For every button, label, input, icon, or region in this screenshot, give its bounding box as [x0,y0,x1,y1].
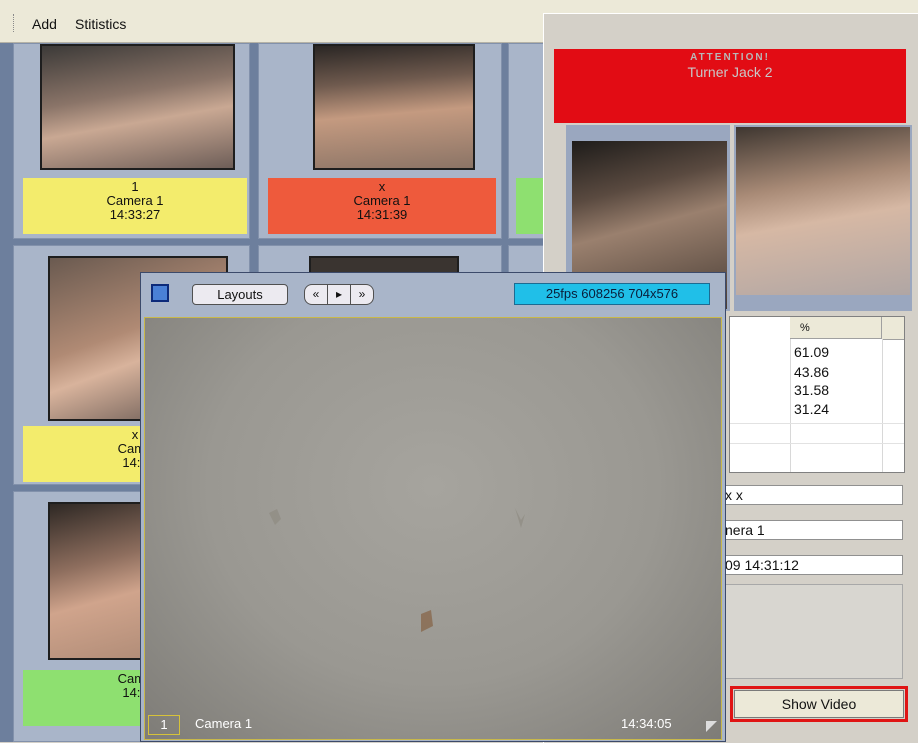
match-score[interactable]: 31.24 [794,401,829,417]
detection-time: 14:31:39 [356,207,408,222]
database-face-photo [736,127,910,295]
person-name-field[interactable]: x x [720,485,903,505]
previous-button[interactable]: « [304,284,328,305]
video-window: Layouts « ▸ » 25fps 608256 704x576 1 Cam… [140,272,726,742]
database-photo-frame [734,125,912,311]
stream-info-badge: 25fps 608256 704x576 [514,283,710,305]
camera-name-label: Camera 1 [195,716,253,731]
resize-grip-icon[interactable] [706,721,717,732]
detection-id: 1 [131,179,139,194]
show-video-button[interactable]: Show Video [734,690,904,718]
next-button[interactable]: » [350,284,374,305]
toolbar-grip[interactable] [13,14,16,32]
detection-time: 14:33:27 [109,207,161,222]
column-divider [790,339,791,472]
video-frame-spots [269,508,525,632]
detection-label [516,178,545,234]
detection-label: 1 Camera 1 14:33:27 [23,178,247,234]
play-button[interactable]: ▸ [327,284,351,305]
match-score[interactable]: 31.58 [794,382,829,398]
column-header-percent[interactable]: % [790,317,882,339]
attention-title: ATTENTION! [690,52,770,63]
detection-id: x [378,179,386,194]
camera-number-badge: 1 [148,715,180,735]
row-divider [730,443,904,444]
column-header-blank [882,317,904,340]
menu-statistics[interactable]: Stitistics [75,16,126,32]
match-score[interactable]: 43.86 [794,364,829,380]
detection-camera: Camera 1 [353,193,411,208]
row-divider [730,423,904,424]
wall-mark [269,509,281,525]
window-menu-icon[interactable] [151,284,169,302]
face-thumbnail [313,44,475,170]
notes-area[interactable] [720,584,903,679]
detection-camera: Camera 1 [106,193,164,208]
match-score[interactable]: 61.09 [794,344,829,360]
wall-mark [421,610,433,632]
detection-label: x Camera 1 14:31:39 [268,178,496,234]
matched-person-name: Turner Jack 2 [687,64,773,80]
attention-banner: ATTENTION! Turner Jack 2 [554,49,906,123]
wall-mark [515,508,525,528]
camera-field[interactable]: nera 1 [720,520,903,540]
match-results-table: % 61.09 43.86 31.58 31.24 [729,316,905,473]
video-timestamp: 14:34:05 [621,716,672,731]
layouts-button[interactable]: Layouts [192,284,288,305]
face-thumbnail [40,44,235,170]
datetime-field[interactable]: 09 14:31:12 [720,555,903,575]
column-divider [882,339,883,472]
detection-tile[interactable]: x Camera 1 14:31:39 [258,43,502,239]
video-feed[interactable] [144,317,722,740]
menu-add[interactable]: Add [32,16,57,32]
detection-tile[interactable]: 1 Camera 1 14:33:27 [13,43,250,239]
detection-tile[interactable] [508,43,545,239]
